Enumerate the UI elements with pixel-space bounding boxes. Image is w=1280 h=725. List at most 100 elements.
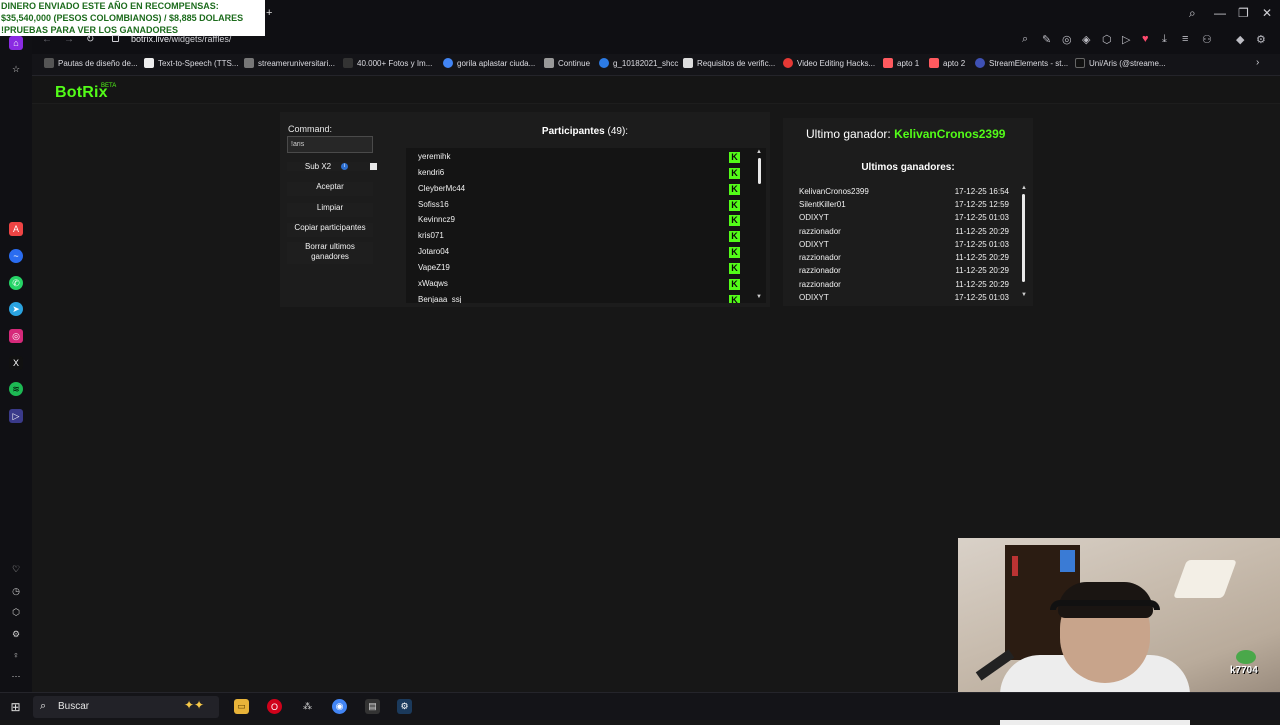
sparkle-icon: ✦✦: [184, 698, 205, 712]
star-icon[interactable]: ☆: [9, 62, 23, 76]
forward-icon[interactable]: →: [64, 34, 74, 45]
browser-home-icon[interactable]: ⌂: [9, 36, 23, 50]
bookmark-favicon-icon: [599, 58, 609, 68]
player-icon[interactable]: ▷: [9, 409, 23, 423]
bookmark-12[interactable]: Uni/Aris (@streame...: [1075, 58, 1166, 68]
bookmark-10[interactable]: apto 2: [929, 58, 965, 68]
scroll-down-icon[interactable]: ▼: [756, 294, 762, 300]
participant-name: Jotaro04: [418, 247, 450, 256]
scroll-up-icon[interactable]: ▲: [756, 149, 762, 155]
winners-scroll-down-icon[interactable]: ▼: [1021, 292, 1027, 298]
history-icon[interactable]: ◷: [9, 584, 23, 598]
command-input[interactable]: [287, 136, 373, 153]
airbnb-icon: [883, 58, 893, 68]
bookmark-1[interactable]: Text-to-Speech (TTS...: [144, 58, 238, 68]
steam-icon[interactable]: ⚙: [397, 699, 412, 714]
winners-scroll-up-icon[interactable]: ▲: [1021, 185, 1027, 191]
bookmark-6[interactable]: g_10182021_shcc: [599, 58, 678, 68]
participants-list[interactable]: yeremihk K kendri6 K CleyberMc44 K Sofiss16…: [406, 148, 766, 303]
kick-icon: K: [729, 200, 740, 211]
winner-row: ODIXYT 17-12-25 01:03: [799, 213, 1009, 222]
x-icon[interactable]: X: [9, 356, 23, 370]
bookmark-favicon-icon: [44, 58, 54, 68]
app-icon[interactable]: ⁂: [300, 699, 315, 714]
heart-outline-icon[interactable]: ♡: [9, 562, 23, 576]
kick-icon: K: [729, 152, 740, 163]
heart-icon[interactable]: ♥: [1142, 33, 1149, 45]
windows-start-icon[interactable]: ⊞: [8, 699, 23, 714]
participant-name: kris071: [418, 231, 444, 240]
delete-last-winners-button[interactable]: Borrar ultimos ganadores: [287, 242, 373, 264]
play-icon[interactable]: ▷: [1122, 33, 1130, 46]
info-icon[interactable]: i: [341, 163, 348, 170]
instagram-icon[interactable]: ◎: [9, 329, 23, 343]
chrome-icon[interactable]: ◉: [332, 699, 347, 714]
settings-icon[interactable]: ⚙: [1256, 33, 1266, 46]
download-icon[interactable]: ⤓: [1162, 33, 1167, 46]
kick-icon: K: [729, 295, 740, 303]
url-field[interactable]: botrix.live/widgets/raffles/: [131, 34, 231, 44]
winners-list-title: Ultimos ganadores:: [861, 162, 955, 173]
reload-icon[interactable]: ↻: [86, 34, 94, 45]
bookmark-2[interactable]: streameruniversitari...: [244, 58, 335, 68]
participant-name: Benjaaa_ssj: [418, 295, 462, 303]
close-icon[interactable]: ✕: [1262, 6, 1272, 20]
copy-participants-button[interactable]: Copiar participantes: [287, 223, 373, 237]
minimize-icon[interactable]: —: [1214, 6, 1226, 20]
back-icon[interactable]: ←: [42, 34, 52, 45]
file-explorer-icon[interactable]: ▭: [234, 699, 249, 714]
messenger-icon[interactable]: ~: [9, 249, 23, 263]
more-icon[interactable]: ⋯: [9, 669, 23, 683]
find-icon[interactable]: ⌕: [1022, 33, 1028, 46]
winners-scrollbar[interactable]: [1022, 194, 1025, 282]
bookmark-3[interactable]: 40.000+ Fotos y Im...: [343, 58, 432, 68]
bookmark-0[interactable]: Pautas de diseño de...: [44, 58, 138, 68]
participant-name: Kevinncz9: [418, 215, 455, 224]
participant-name: Sofiss16: [418, 200, 449, 209]
app-icon[interactable]: A: [9, 222, 23, 236]
restore-icon[interactable]: ❐: [1238, 6, 1249, 20]
winners-list[interactable]: KelivanCronos2399 17-12-25 16:54 SilentKi…: [791, 185, 1031, 303]
whatsapp-icon[interactable]: ✆: [9, 276, 23, 290]
cube-icon[interactable]: ⬡: [1102, 33, 1112, 46]
profile-icon[interactable]: ⚇: [1202, 33, 1212, 46]
spotify-icon[interactable]: ≋: [9, 382, 23, 396]
participant-name: VapeZ19: [418, 263, 450, 272]
participant-name: kendri6: [418, 168, 445, 177]
extension-icon[interactable]: ◆: [1236, 33, 1244, 46]
winner-row: KelivanCronos2399 17-12-25 16:54: [799, 187, 1009, 196]
bookmark-7[interactable]: Requisitos de verific...: [683, 58, 775, 68]
kick-icon: K: [729, 168, 740, 179]
google-icon: [443, 58, 453, 68]
sub-x2-checkbox[interactable]: [370, 163, 377, 170]
menu-icon[interactable]: ≡: [1182, 33, 1188, 45]
bookmark-9[interactable]: apto 1: [883, 58, 919, 68]
clear-button[interactable]: Limpiar: [287, 203, 373, 217]
search-icon[interactable]: ⌕: [1189, 6, 1196, 21]
accept-button[interactable]: Aceptar: [287, 182, 373, 196]
site-info-icon[interactable]: [112, 35, 119, 42]
bookmarks-overflow-icon[interactable]: ›: [1256, 57, 1259, 68]
bookmark-8[interactable]: Video Editing Hacks...: [783, 58, 875, 68]
new-tab-icon[interactable]: +: [266, 7, 272, 19]
edit-icon[interactable]: ✎: [1042, 33, 1051, 46]
bookmark-11[interactable]: StreamElements - st...: [975, 58, 1068, 68]
lightbulb-icon[interactable]: ♀: [9, 648, 23, 662]
winner-row: razzionador 11-12-25 20:29: [799, 227, 1009, 236]
botrix-logo[interactable]: BotRix: [55, 84, 108, 102]
participants-scrollbar[interactable]: [758, 158, 761, 184]
bookmark-favicon-icon: [975, 58, 985, 68]
camera-icon[interactable]: ◎: [1062, 33, 1072, 46]
command-label: Command:: [288, 124, 333, 134]
telegram-icon[interactable]: ➤: [9, 302, 23, 316]
shield-icon[interactable]: ◈: [1082, 33, 1090, 46]
youtube-icon: [783, 58, 793, 68]
bookmark-5[interactable]: Continue: [544, 58, 590, 68]
box-icon[interactable]: ⬡: [9, 605, 23, 619]
page-header: [32, 76, 1280, 104]
opera-icon[interactable]: O: [267, 699, 282, 714]
calculator-icon[interactable]: ▤: [365, 699, 380, 714]
gear-icon[interactable]: ⚙: [9, 627, 23, 641]
kick-icon: K: [729, 215, 740, 226]
bookmark-4[interactable]: gorila aplastar ciuda...: [443, 58, 535, 68]
